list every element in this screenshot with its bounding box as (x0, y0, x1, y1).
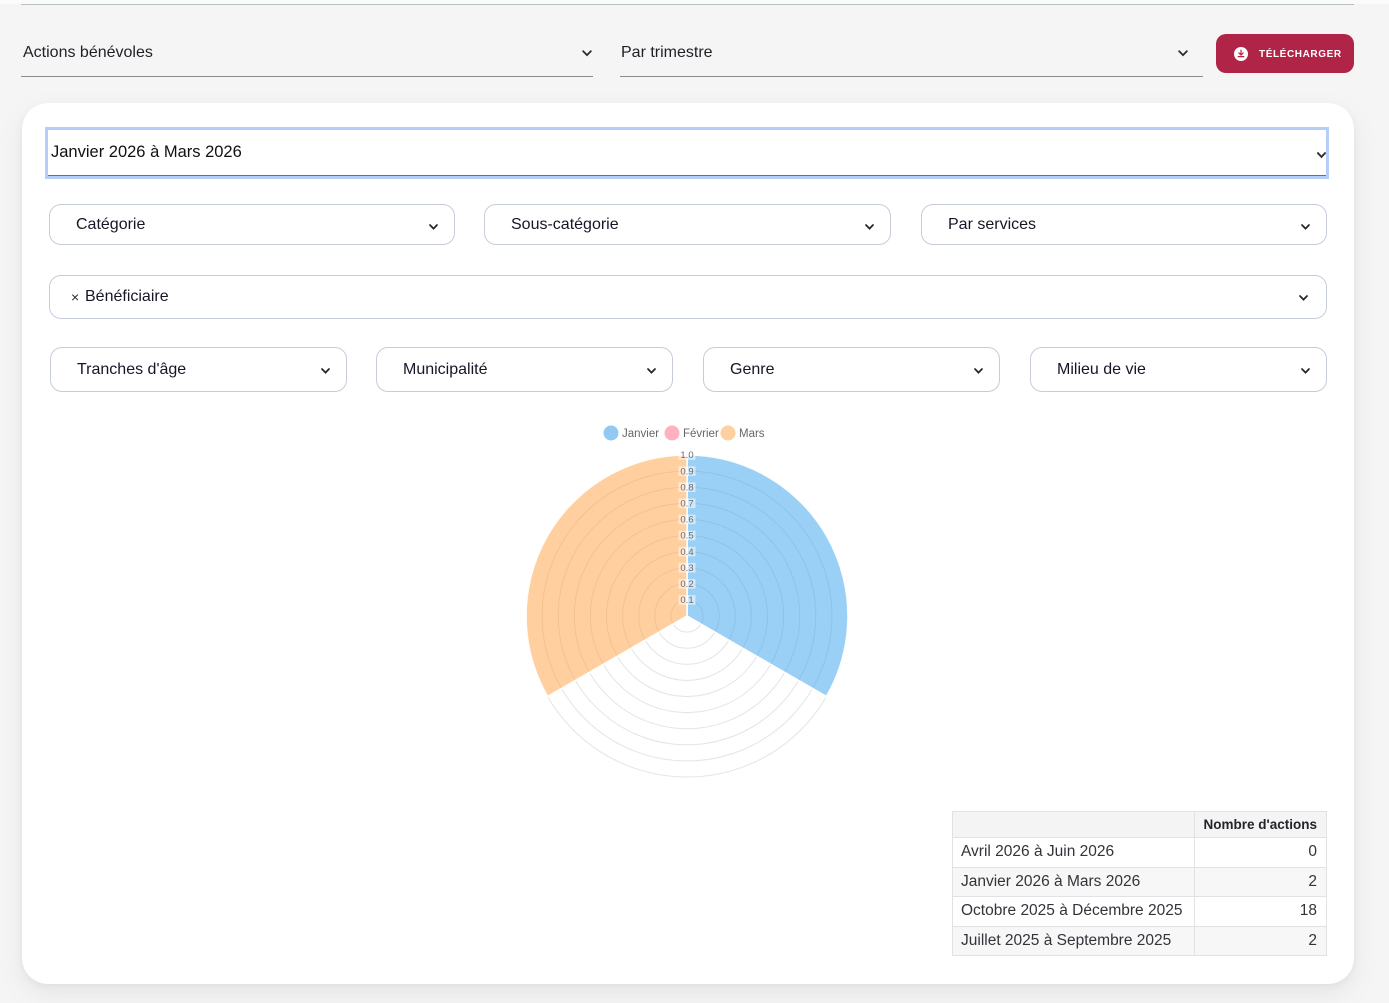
svg-text:0.4: 0.4 (680, 547, 693, 558)
svg-text:0.3: 0.3 (680, 563, 693, 574)
svg-text:0.9: 0.9 (680, 466, 693, 477)
svg-text:0.2: 0.2 (680, 579, 693, 590)
svg-text:Février: Février (683, 428, 719, 440)
svg-text:0.1: 0.1 (680, 595, 693, 606)
svg-text:Janvier: Janvier (622, 428, 659, 440)
svg-text:0.6: 0.6 (680, 515, 693, 526)
svg-text:Mars: Mars (739, 428, 765, 440)
svg-text:0.8: 0.8 (680, 482, 693, 493)
svg-text:0.7: 0.7 (680, 499, 693, 510)
svg-text:0.5: 0.5 (680, 531, 693, 542)
svg-text:1.0: 1.0 (680, 450, 693, 461)
